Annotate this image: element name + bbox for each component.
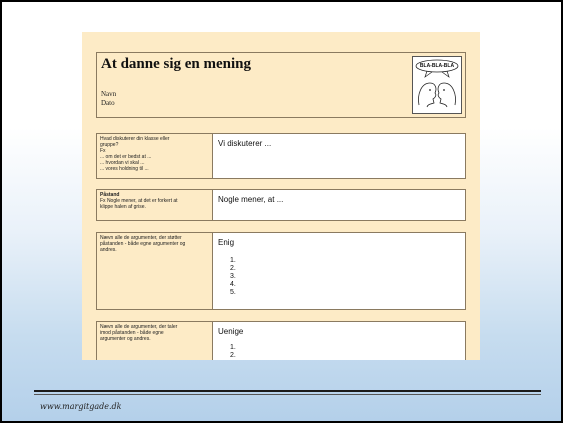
question-row-agree: Nævn alle de argumenter, der støtter pås… xyxy=(96,232,466,310)
row-instructions: Påstand Fx Nogle mener, at det er forker… xyxy=(100,192,208,210)
bla-bla-logo: BLA-BLA-BLA xyxy=(412,56,462,114)
answer-field[interactable]: Uenige 1. 2. 3. xyxy=(212,322,465,360)
answer-heading: Enig xyxy=(218,238,235,247)
question-row-disagree: Nævn alle de argumenter, der taler imod … xyxy=(96,321,466,360)
worksheet-page: At danne sig en mening Navn Dato BLA-BLA… xyxy=(82,32,480,360)
name-label: Navn xyxy=(101,90,117,98)
instruction-line: klippe halen af grise. xyxy=(100,204,146,210)
footer-divider xyxy=(34,390,541,392)
list-item: 5. xyxy=(230,289,236,296)
answer-field[interactable]: Nogle mener, at ... xyxy=(212,190,465,220)
date-label: Dato xyxy=(101,99,115,107)
list-item: 2. xyxy=(230,265,236,272)
question-row-claim: Påstand Fx Nogle mener, at det er forker… xyxy=(96,189,466,221)
answer-field[interactable]: Enig 1. 2. 3. 4. 5. xyxy=(212,233,465,309)
logo-lettering: BLA-BLA-BLA xyxy=(419,63,455,69)
question-row-topic: Hvad diskuterer din klasse eller gruppe?… xyxy=(96,133,466,179)
list-item: 4. xyxy=(230,281,236,288)
slide: At danne sig en mening Navn Dato BLA-BLA… xyxy=(0,0,563,423)
instruction-line: argumenter og andres. xyxy=(100,336,151,342)
worksheet-title: At danne sig en mening xyxy=(101,56,252,72)
answer-prompt: Nogle mener, at ... xyxy=(218,195,284,204)
row-instructions: Nævn alle de argumenter, der taler imod … xyxy=(100,324,208,342)
list-item: 3. xyxy=(230,273,236,280)
numbered-list: 1. 2. 3. 4. 5. xyxy=(230,257,236,297)
list-item: 2. xyxy=(230,352,236,359)
list-item: 1. xyxy=(230,257,236,264)
title-box: At danne sig en mening Navn Dato BLA-BLA… xyxy=(96,52,466,118)
footer-url: www.margitgade.dk xyxy=(40,402,122,411)
row-instructions: Hvad diskuterer din klasse eller gruppe?… xyxy=(100,136,208,172)
instruction-line: andres. xyxy=(100,247,117,253)
slide-canvas: At danne sig en mening Navn Dato BLA-BLA… xyxy=(2,2,561,421)
numbered-list: 1. 2. 3. xyxy=(230,344,236,360)
answer-prompt: Vi diskuterer ... xyxy=(218,139,272,148)
instruction-line: ... vores holdning til ... xyxy=(100,166,149,172)
answer-heading: Uenige xyxy=(218,327,244,336)
list-item: 1. xyxy=(230,344,236,351)
answer-field[interactable]: Vi diskuterer ... xyxy=(212,134,465,178)
row-instructions: Nævn alle de argumenter, der støtter pås… xyxy=(100,235,208,253)
footer-divider-thin xyxy=(34,394,541,395)
